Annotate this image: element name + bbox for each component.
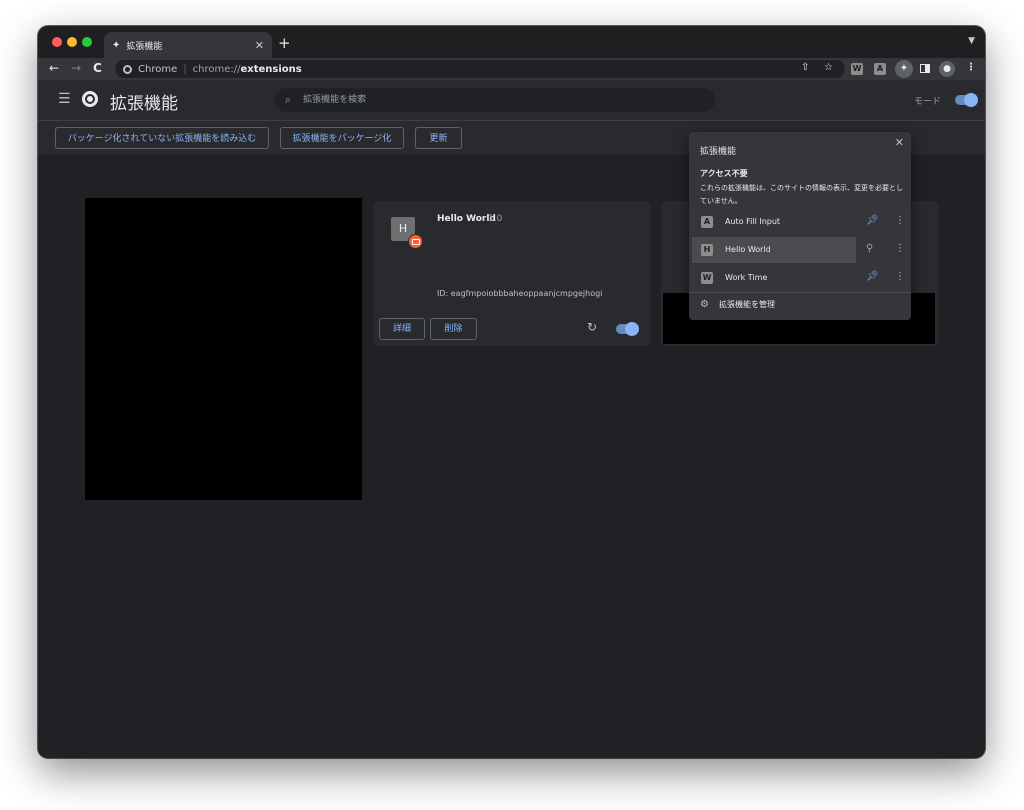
share-icon[interactable]: ⇧ [801, 62, 809, 73]
extension-card-hello-world: H Hello World 1.0 ID: eagfmpoiobbbaheopp… [373, 201, 651, 346]
search-input[interactable] [301, 94, 606, 106]
extensions-page: ☰ 拡張機能 ⌕ モード パッケージ化されていない拡張機能を読み込む 拡張機能を… [38, 80, 985, 758]
extension-icon: W [701, 272, 713, 284]
extension-search-box[interactable]: ⌕ [275, 88, 715, 112]
work-time-extension-icon[interactable]: W [851, 63, 863, 75]
maximize-window-button[interactable] [82, 37, 92, 47]
reload-button[interactable]: C [93, 61, 102, 75]
pack-extension-button[interactable]: 拡張機能をパッケージ化 [280, 127, 404, 149]
popup-item-name: Auto Fill Input [725, 217, 781, 226]
developer-mode-toggle[interactable] [955, 93, 978, 107]
extension-version: 1.0 [488, 214, 503, 224]
hover-highlight [692, 237, 856, 263]
tab-title: 拡張機能 [126, 41, 163, 52]
extension-enable-toggle[interactable] [616, 322, 639, 336]
manage-extensions-label: 拡張機能を管理 [718, 300, 775, 309]
popup-item-name: Work Time [725, 273, 768, 282]
popup-item-work-time[interactable]: W Work Time 📌︎ ⋮ [692, 265, 908, 291]
more-options-icon[interactable]: ⋮ [895, 243, 905, 254]
popup-item-hello-world[interactable]: H Hello World ⚲ ⋮ [692, 237, 908, 263]
popup-item-auto-fill-input[interactable]: A Auto Fill Input 📌︎ ⋮ [692, 209, 908, 235]
extensions-menu-popup: 拡張機能 ✕ アクセス不要 これらの拡張機能は、このサイトの情報の表示、変更を必… [689, 132, 911, 320]
tab-search-chevron-icon[interactable]: ▼ [968, 36, 975, 46]
developer-mode-label: モード [914, 97, 942, 107]
side-panel-icon[interactable] [920, 64, 930, 73]
pin-icon[interactable]: 📌︎ [866, 215, 879, 226]
popup-divider [689, 292, 911, 293]
popup-title: 拡張機能 [700, 147, 737, 157]
manage-extensions-link[interactable]: ⚙ 拡張機能を管理 [700, 299, 775, 310]
address-bar[interactable]: Chrome | chrome:// extensions [115, 60, 845, 78]
new-tab-button[interactable]: + [278, 34, 291, 52]
tab-close-icon[interactable]: ✕ [255, 39, 264, 52]
load-unpacked-button[interactable]: パッケージ化されていない拡張機能を読み込む [55, 127, 269, 149]
chrome-icon [123, 64, 132, 74]
extension-icon: H [701, 244, 713, 256]
gear-icon: ⚙ [700, 299, 709, 310]
popup-section-title: アクセス不要 [700, 169, 748, 178]
tab-extensions[interactable]: ✦ 拡張機能 ✕ [104, 32, 272, 58]
browser-window: ✦ 拡張機能 ✕ + ▼ ← → C Chrome | chrome:// ex… [38, 26, 985, 758]
forward-button[interactable]: → [71, 61, 81, 75]
redacted-extension-card [85, 198, 362, 500]
back-button[interactable]: ← [49, 61, 59, 75]
chrome-logo-icon [82, 91, 98, 107]
hamburger-menu-icon[interactable]: ☰ [58, 91, 71, 107]
tab-strip: ✦ 拡張機能 ✕ + ▼ [38, 26, 985, 58]
extension-icon: A [701, 216, 713, 228]
extension-id: ID: eagfmpoiobbbaheoppaanjcmpgejhogi [437, 289, 603, 298]
puzzle-icon: ✦ [112, 39, 121, 51]
browser-toolbar: ← → C Chrome | chrome:// extensions ⇧ ☆ … [38, 58, 985, 80]
pin-icon[interactable]: 📌︎ [866, 271, 879, 282]
profile-avatar-icon[interactable]: ● [939, 61, 955, 77]
page-header: ☰ 拡張機能 ⌕ モード [38, 80, 985, 121]
popup-item-name: Hello World [725, 245, 771, 254]
minimize-window-button[interactable] [67, 37, 77, 47]
browser-menu-icon[interactable]: ⋮ [966, 62, 976, 73]
reload-extension-icon[interactable]: ↻ [587, 320, 597, 334]
extensions-puzzle-icon[interactable]: ✦ [895, 60, 913, 78]
auto-fill-extension-icon[interactable]: A [874, 63, 886, 75]
details-button[interactable]: 詳細 [379, 318, 425, 340]
close-window-button[interactable] [52, 37, 62, 47]
omnibox-host: extensions [240, 63, 302, 75]
more-options-icon[interactable]: ⋮ [895, 215, 905, 226]
omnibox-scheme: chrome:// [192, 63, 241, 75]
omnibox-separator: | [183, 63, 187, 75]
error-badge-icon [408, 234, 423, 249]
omnibox-chrome-label: Chrome [138, 63, 178, 75]
remove-button[interactable]: 削除 [430, 318, 477, 340]
page-title: 拡張機能 [110, 94, 178, 114]
popup-close-icon[interactable]: ✕ [895, 136, 904, 149]
search-icon: ⌕ [285, 93, 292, 106]
more-options-icon[interactable]: ⋮ [895, 271, 905, 282]
unpinned-icon[interactable]: ⚲ [866, 243, 873, 254]
update-button[interactable]: 更新 [415, 127, 462, 149]
bookmark-star-icon[interactable]: ☆ [824, 62, 833, 73]
popup-section-description: これらの拡張機能は、このサイトの情報の表示、変更を必要としていません。 [700, 184, 903, 205]
